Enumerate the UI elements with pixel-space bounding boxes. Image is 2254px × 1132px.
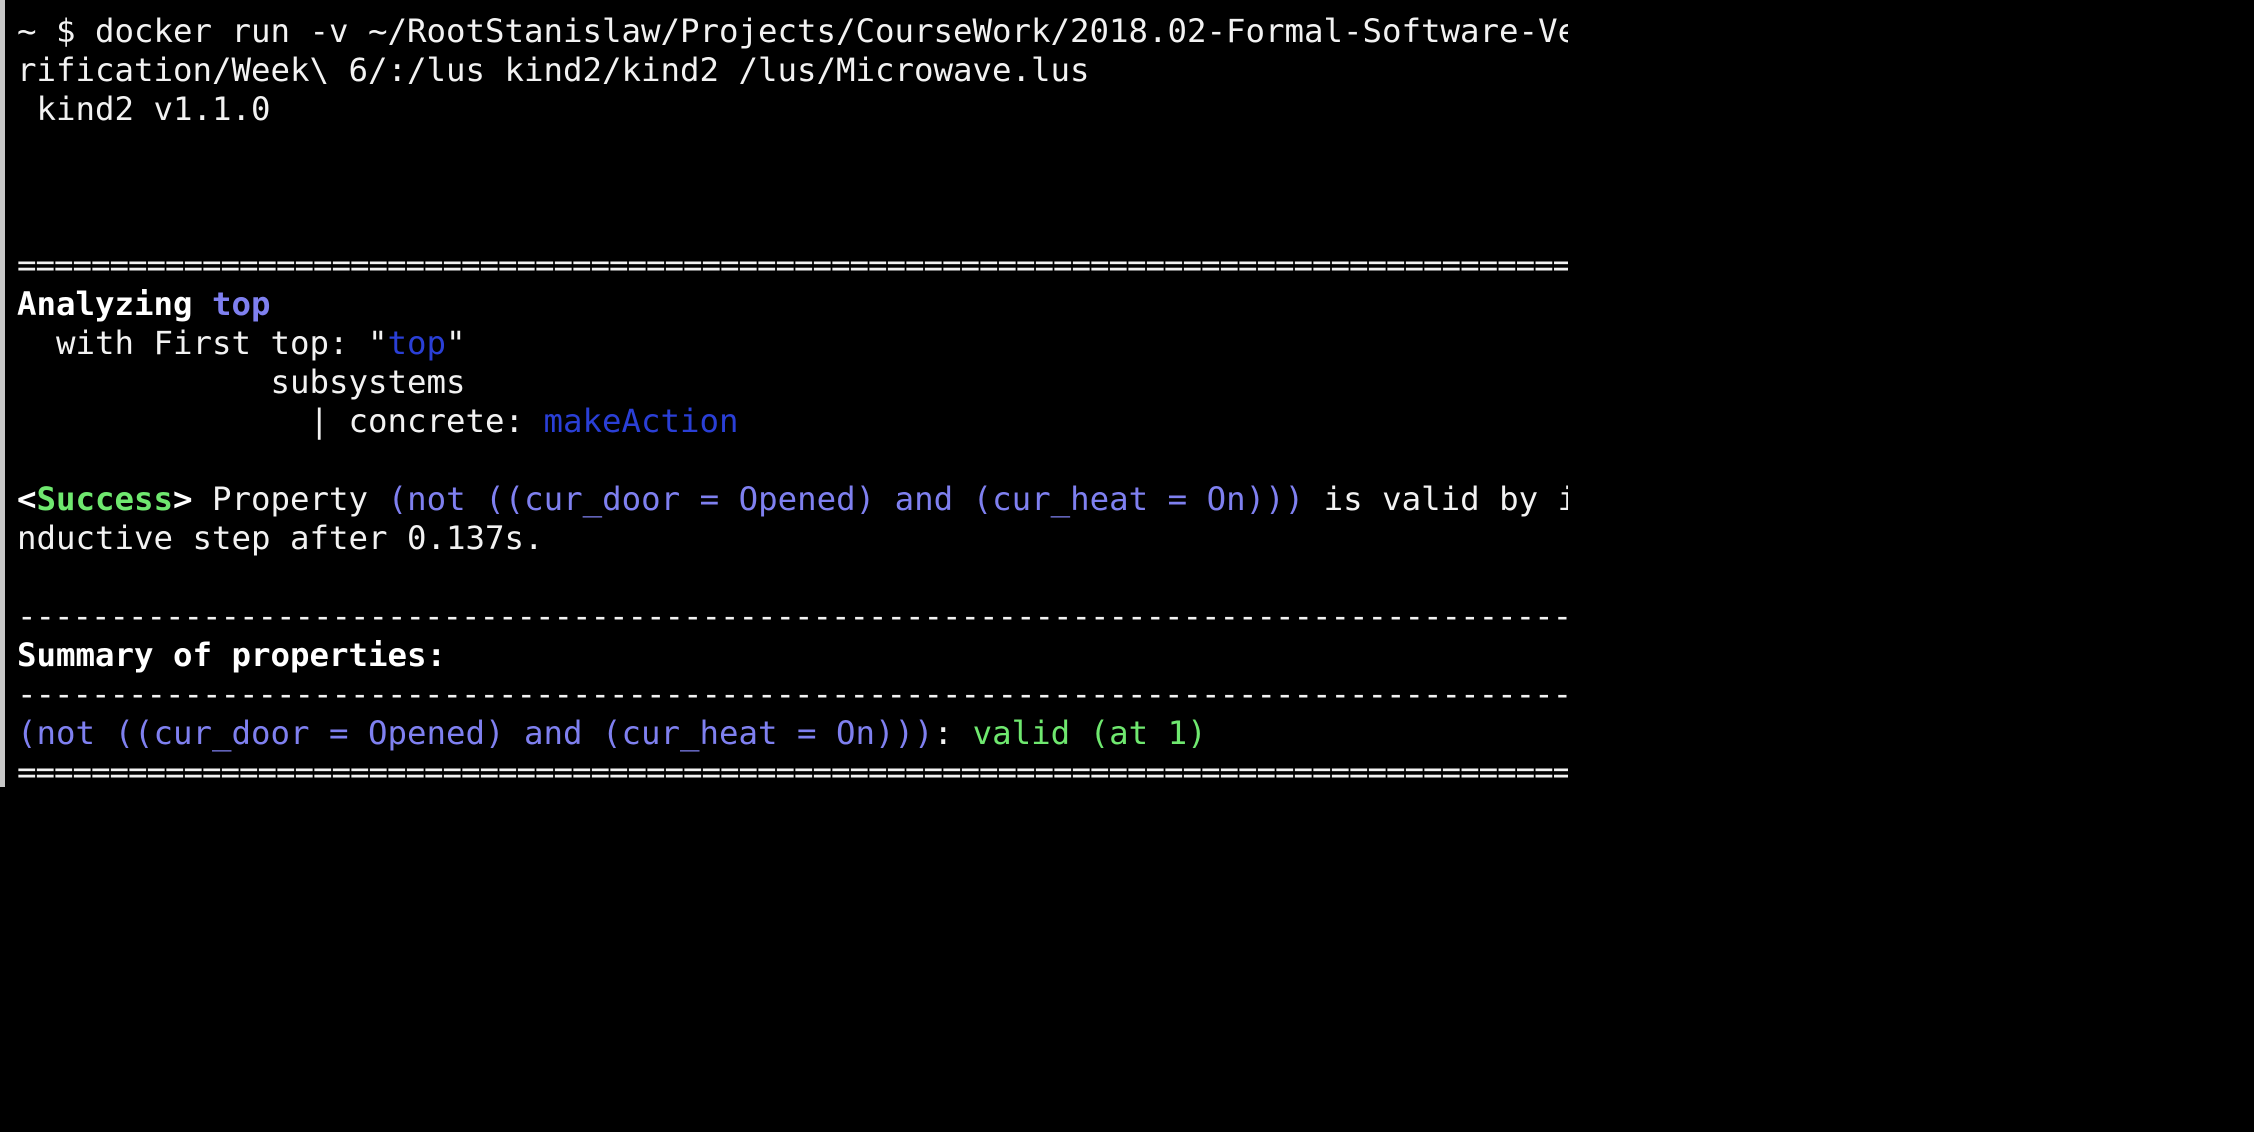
success-tag: Success — [36, 480, 174, 518]
summary-title: Summary of properties: — [17, 636, 447, 674]
with-suffix: " — [446, 324, 466, 362]
terminal-window[interactable]: ~ $ docker run -v ~/RootStanislaw/Projec… — [0, 0, 1568, 787]
summary-colon: : — [933, 714, 973, 752]
success-property-expr: (not ((cur_door = Opened) and (cur_heat … — [387, 480, 1305, 518]
summary-row: (not ((cur_door = Opened) and (cur_heat … — [17, 714, 1207, 753]
with-first-line: with First top: "top" — [17, 324, 466, 363]
double-rule-bottom: ========================================… — [17, 753, 1568, 787]
analyzing-line: Analyzing top — [17, 285, 271, 324]
double-rule-top: ========================================… — [17, 246, 1568, 284]
concrete-prefix: | concrete: — [17, 402, 544, 440]
success-line-1: <Success> Property (not ((cur_door = Ope… — [17, 480, 1568, 519]
success-close-bracket: > — [173, 480, 193, 518]
with-prefix: with First top: " — [17, 324, 388, 362]
command-line-1: ~ $ docker run -v ~/RootStanislaw/Projec… — [17, 12, 1568, 50]
summary-status: valid (at 1) — [972, 714, 1207, 752]
analyzing-label: Analyzing — [17, 285, 213, 323]
concrete-node: makeAction — [543, 402, 739, 440]
subsystems-line: subsystems — [17, 363, 466, 401]
single-rule-2: ----------------------------------------… — [17, 675, 1568, 713]
summary-property-expr: (not ((cur_door = Opened) and (cur_heat … — [17, 714, 934, 752]
success-line-2: nductive step after 0.137s. — [17, 519, 544, 557]
success-open-bracket: < — [17, 480, 37, 518]
single-rule-1: ----------------------------------------… — [17, 597, 1568, 635]
property-word: Property — [192, 480, 388, 518]
with-node: top — [387, 324, 447, 362]
command-line-2: rification/Week\ 6/:/lus kind2/kind2 /lu… — [17, 51, 1090, 89]
success-result-text: is valid by i — [1304, 480, 1568, 518]
concrete-line: | concrete: makeAction — [17, 402, 739, 441]
version-line: kind2 v1.1.0 — [17, 90, 271, 128]
analyzing-node: top — [212, 285, 271, 323]
